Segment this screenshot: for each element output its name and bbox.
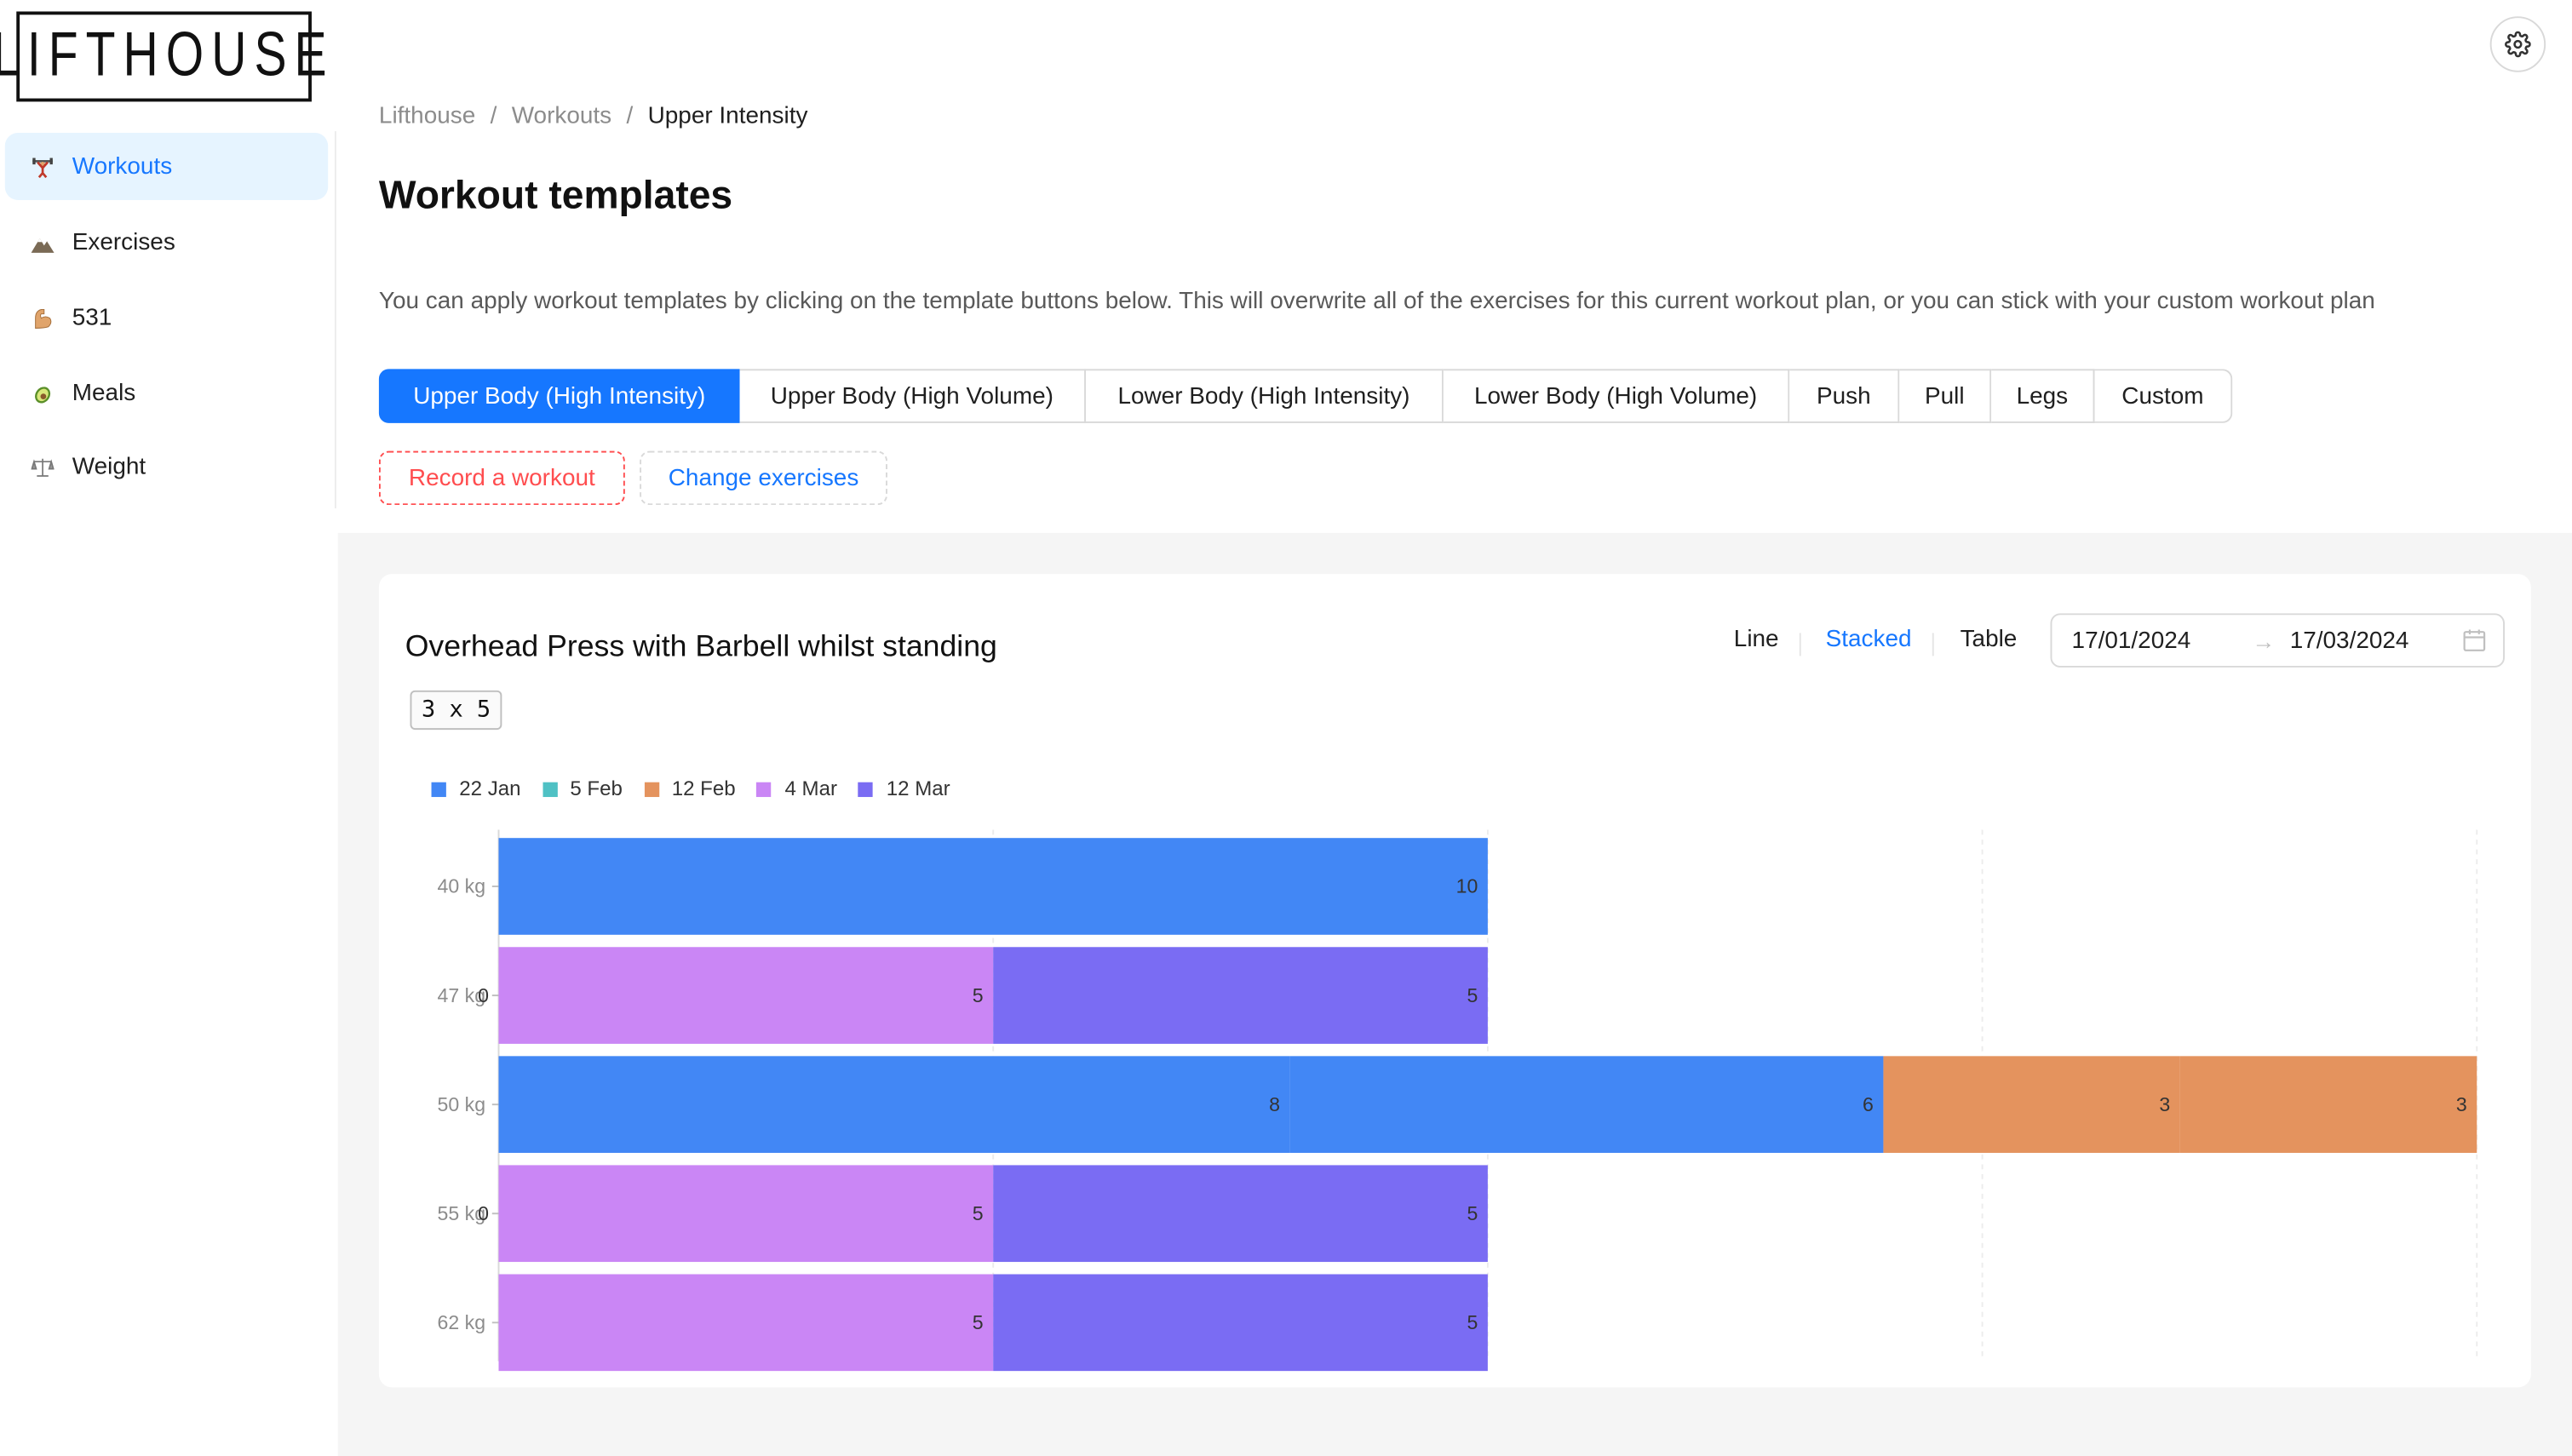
template-lower-body-high-intensity[interactable]: Lower Body (High Intensity): [1086, 369, 1444, 423]
bar-segment: [1883, 1056, 2180, 1153]
legend-label: 4 Mar: [784, 777, 837, 800]
page-title: Workout templates: [378, 174, 733, 219]
bar-value-label: 5: [1467, 1311, 1478, 1333]
stacked-bar-chart: 40 kg 1047 kg0 5 550 kg 8 6 3 355 kg0 5 562 kg 5 5: [438, 829, 2478, 1372]
record-workout-button[interactable]: Record a workout: [378, 450, 625, 506]
template-legs[interactable]: Legs: [1991, 369, 2095, 423]
date-end-input[interactable]: 17/03/2024: [2290, 628, 2409, 654]
mountain-icon: [30, 229, 56, 255]
sidebar-item-531[interactable]: 531: [5, 284, 328, 351]
bar-value-label: 5: [1467, 984, 1478, 1006]
bar-value-label: 0: [478, 984, 489, 1006]
weightlifter-icon: [30, 153, 56, 180]
logo-text: LIFTHOUSE: [0, 21, 336, 90]
bar-value-label: 3: [2456, 1093, 2467, 1115]
bar-segment: [498, 1165, 994, 1263]
legend-swatch: [756, 781, 772, 797]
breadcrumb-separator: /: [626, 103, 634, 130]
bar-value-label: 3: [2159, 1093, 2170, 1115]
bar-segment: [498, 838, 1488, 935]
bar-value-label: 5: [1467, 1202, 1478, 1224]
view-stacked-option[interactable]: Stacked: [1826, 627, 1912, 653]
rep-scheme-tag: 3 x 5: [410, 690, 502, 731]
calendar-icon: [2463, 629, 2486, 651]
sidebar-item-label: Meals: [72, 379, 136, 406]
template-selector: Upper Body (High Intensity) Upper Body (…: [378, 369, 2233, 423]
date-arrow-icon: →: [2252, 627, 2276, 654]
change-exercises-button[interactable]: Change exercises: [640, 450, 887, 506]
bar-value-label: 6: [1863, 1093, 1874, 1115]
sidebar-item-workouts[interactable]: Workouts: [4, 133, 329, 200]
legend-swatch: [431, 781, 446, 797]
view-separator: [1932, 633, 1934, 656]
sidebar-item-exercises[interactable]: Exercises: [5, 209, 328, 276]
sidebar-item-label: Exercises: [72, 228, 175, 255]
bar-value-label: 8: [1269, 1093, 1280, 1115]
gear-icon: [2505, 31, 2531, 58]
sidebar-item-label: Workouts: [72, 153, 173, 180]
breadcrumb-item-workouts[interactable]: Workouts: [512, 103, 611, 129]
breadcrumb-separator: /: [490, 103, 497, 130]
breadcrumb-item-lifthouse[interactable]: Lifthouse: [379, 103, 475, 129]
bar-value-label: 0: [478, 1202, 489, 1224]
scale-icon: [30, 454, 56, 480]
template-push[interactable]: Push: [1789, 369, 1900, 423]
bar-value-label: 5: [973, 1311, 984, 1333]
date-range-picker[interactable]: 17/01/2024 → 17/03/2024: [2050, 613, 2506, 668]
bar-segment: [993, 947, 1488, 1044]
date-start-input[interactable]: 17/01/2024: [2072, 628, 2191, 654]
bar-value-label: 5: [973, 984, 984, 1006]
breadcrumb: Lifthouse / Workouts / Upper Intensity: [379, 103, 808, 129]
exercise-title: Overhead Press with Barbell whilst stand…: [405, 628, 997, 663]
legend-item[interactable]: 22 Jan: [431, 777, 521, 800]
y-tick-label: 40 kg: [438, 875, 486, 897]
bar-segment: [2179, 1056, 2477, 1153]
legend-label: 12 Feb: [671, 777, 736, 800]
bar-segment: [498, 947, 994, 1044]
chart-legend: 22 Jan 5 Feb 12 Feb 4 Mar 12 Mar: [431, 777, 950, 800]
bar-segment: [1289, 1056, 1884, 1153]
template-lower-body-high-volume[interactable]: Lower Body (High Volume): [1443, 369, 1790, 423]
bar-value-label: 10: [1456, 875, 1478, 897]
legend-label: 22 Jan: [459, 777, 521, 800]
template-upper-body-high-volume[interactable]: Upper Body (High Volume): [739, 369, 1087, 423]
template-custom[interactable]: Custom: [2094, 369, 2233, 423]
legend-item[interactable]: 12 Mar: [858, 777, 950, 800]
sidebar-item-weight[interactable]: Weight: [5, 433, 328, 500]
y-tick-label: 50 kg: [438, 1093, 486, 1115]
settings-button[interactable]: [2489, 16, 2546, 72]
legend-label: 12 Mar: [886, 777, 950, 800]
avocado-icon: [30, 380, 56, 406]
view-line-option[interactable]: Line: [1734, 627, 1779, 653]
breadcrumb-item-current: Upper Intensity: [647, 103, 808, 130]
legend-label: 5 Feb: [570, 777, 623, 800]
view-separator: [1799, 633, 1801, 656]
app-logo[interactable]: LIFTHOUSE: [0, 11, 327, 102]
bar-segment: [993, 1274, 1488, 1372]
template-pull[interactable]: Pull: [1899, 369, 1992, 423]
exercise-card: Overhead Press with Barbell whilst stand…: [378, 574, 2531, 1388]
bar-segment: [993, 1165, 1488, 1263]
template-upper-body-high-intensity[interactable]: Upper Body (High Intensity): [378, 369, 740, 423]
legend-swatch: [858, 781, 874, 797]
legend-item[interactable]: 12 Feb: [643, 777, 736, 800]
sidebar-item-label: 531: [72, 304, 112, 331]
bar-value-label: 5: [973, 1202, 984, 1224]
legend-item[interactable]: 4 Mar: [756, 777, 837, 800]
legend-swatch: [542, 781, 557, 797]
sidebar: Workouts Exercises 531 Meals Weight: [0, 131, 336, 509]
legend-swatch: [643, 781, 659, 797]
view-table-option[interactable]: Table: [1961, 627, 2018, 653]
bar-segment: [498, 1274, 994, 1372]
page-description: You can apply workout templates by click…: [378, 288, 2375, 315]
bar-segment: [498, 1056, 1290, 1153]
sidebar-item-meals[interactable]: Meals: [5, 359, 328, 427]
y-tick-label: 62 kg: [438, 1311, 486, 1333]
flexed-biceps-icon: [30, 304, 56, 330]
sidebar-item-label: Weight: [72, 453, 146, 480]
legend-item[interactable]: 5 Feb: [542, 777, 623, 800]
